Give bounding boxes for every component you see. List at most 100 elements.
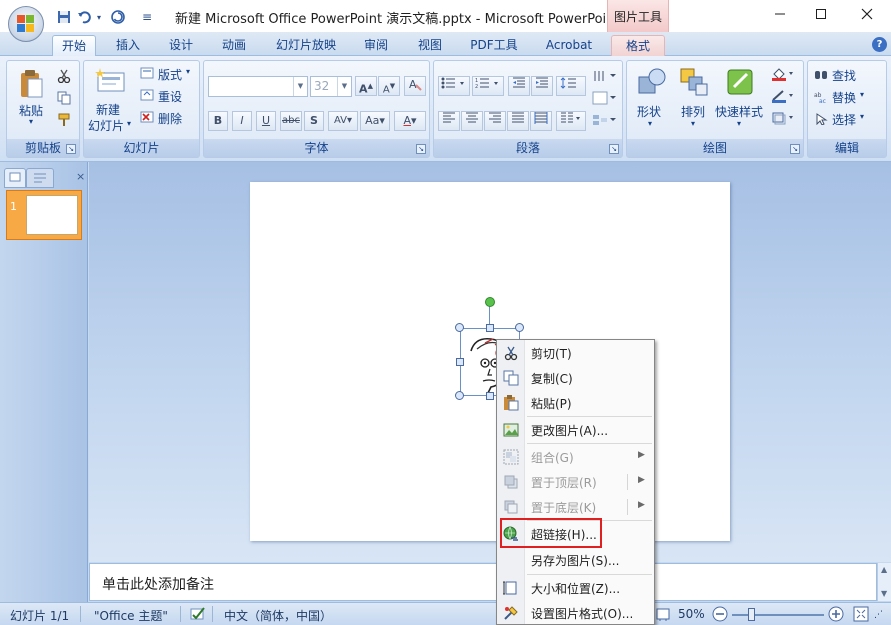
columns-icon[interactable] — [556, 111, 586, 131]
tab-review[interactable]: 审阅 — [354, 35, 398, 56]
tab-animations[interactable]: 动画 — [212, 35, 256, 56]
paste-dropdown-icon[interactable]: ▾ — [29, 117, 33, 126]
resize-handle-nw[interactable] — [455, 323, 464, 332]
replace-button[interactable]: 替换 — [832, 89, 856, 106]
tab-insert[interactable]: 插入 — [106, 35, 150, 56]
tab-pdf-tools[interactable]: PDF工具 — [462, 35, 526, 56]
select-icon[interactable] — [814, 113, 828, 126]
notes-pane[interactable]: 单击此处添加备注 — [89, 563, 877, 601]
help-icon[interactable]: ? — [872, 37, 887, 52]
menu-item-copy[interactable]: 复制(C) — [497, 366, 654, 390]
change-case-button[interactable]: Aa▾ — [360, 111, 390, 131]
scroll-up-icon[interactable]: ▲ — [881, 565, 887, 574]
shadow-button[interactable]: S — [304, 111, 324, 131]
new-slide-icon[interactable] — [94, 67, 126, 93]
arrange-button[interactable]: 排列 — [681, 103, 705, 120]
zoom-slider-track[interactable] — [732, 614, 824, 616]
menu-item-size-position[interactable]: 大小和位置(Z)... — [497, 576, 654, 600]
layout-button[interactable]: 版式 — [158, 66, 182, 83]
zoom-out-icon[interactable] — [712, 606, 728, 625]
tab-acrobat[interactable]: Acrobat — [537, 35, 601, 56]
language-status[interactable]: 中文（简体，中国） — [224, 607, 332, 624]
select-dropdown-icon[interactable]: ▾ — [860, 112, 864, 121]
spellcheck-icon[interactable] — [190, 606, 206, 625]
resize-grip-icon[interactable]: ⋰ — [874, 610, 883, 620]
quick-styles-button[interactable]: 快速样式 — [715, 103, 763, 120]
distribute-icon[interactable] — [530, 111, 552, 131]
reset-button[interactable]: 重设 — [158, 88, 182, 105]
layout-icon[interactable] — [140, 67, 154, 79]
slide-thumbnail-1[interactable] — [6, 190, 82, 240]
menu-item-bring-to-front[interactable]: 置于顶层(R) ▶ — [497, 470, 654, 494]
grow-font-button[interactable]: A▲ — [355, 76, 377, 96]
increase-indent-icon[interactable] — [531, 76, 553, 96]
justify-icon[interactable] — [507, 111, 529, 131]
font-name-dropdown-icon[interactable]: ▼ — [293, 77, 307, 96]
decrease-indent-icon[interactable] — [508, 76, 530, 96]
text-direction-icon[interactable] — [592, 69, 620, 83]
shape-outline-icon[interactable] — [771, 89, 797, 103]
redo-icon[interactable] — [110, 8, 126, 26]
scroll-down-icon[interactable]: ▼ — [881, 589, 887, 598]
shrink-font-button[interactable]: A▼ — [378, 76, 400, 96]
customize-qat-icon[interactable]: ≡ — [142, 8, 152, 26]
paragraph-launcher-icon[interactable]: ↘ — [609, 144, 619, 154]
replace-icon[interactable]: ab ac — [814, 91, 828, 105]
font-size-combo[interactable]: 32 ▼ — [310, 76, 352, 97]
select-button[interactable]: 选择 — [832, 111, 856, 128]
italic-button[interactable]: I — [232, 111, 252, 131]
zoom-level[interactable]: 50% — [678, 607, 705, 621]
bullets-icon[interactable] — [438, 76, 470, 96]
font-color-button[interactable]: A▾ — [394, 111, 426, 131]
minimize-icon[interactable] — [770, 6, 790, 26]
menu-item-group[interactable]: 组合(G) ▶ — [497, 445, 654, 469]
menu-item-paste[interactable]: 粘贴(P) — [497, 391, 654, 415]
tab-home[interactable]: 开始 — [52, 35, 96, 56]
delete-slide-button[interactable]: 删除 — [158, 110, 182, 127]
shape-fill-icon[interactable] — [771, 67, 797, 81]
quick-styles-icon[interactable] — [725, 67, 755, 97]
find-icon[interactable] — [814, 69, 828, 81]
drawing-launcher-icon[interactable]: ↘ — [790, 144, 800, 154]
align-left-icon[interactable] — [438, 111, 460, 131]
copy-icon[interactable] — [57, 91, 71, 105]
fit-to-window-icon[interactable] — [853, 606, 869, 625]
align-center-icon[interactable] — [461, 111, 483, 131]
char-spacing-button[interactable]: AV▾ — [328, 111, 358, 131]
bold-button[interactable]: B — [208, 111, 228, 131]
menu-item-format-picture[interactable]: 设置图片格式(O)... — [497, 601, 654, 625]
slide-sorter-icon[interactable] — [656, 607, 670, 624]
notes-scrollbar[interactable]: ▲ ▼ — [877, 563, 891, 601]
tab-format[interactable]: 格式 — [611, 35, 665, 56]
new-slide-label-1[interactable]: 新建 — [96, 101, 120, 118]
menu-item-save-as-picture[interactable]: 另存为图片(S)... — [497, 548, 654, 572]
strikethrough-button[interactable]: abc — [280, 111, 302, 131]
replace-dropdown-icon[interactable]: ▾ — [860, 90, 864, 99]
shapes-button[interactable]: 形状 — [637, 103, 661, 120]
shapes-icon[interactable] — [637, 67, 667, 97]
cut-icon[interactable] — [57, 69, 71, 84]
tab-outline-view[interactable] — [26, 168, 54, 188]
clear-format-icon[interactable]: A — [404, 76, 426, 96]
line-spacing-icon[interactable] — [556, 76, 586, 96]
font-launcher-icon[interactable]: ↘ — [416, 144, 426, 154]
maximize-icon[interactable] — [811, 6, 831, 26]
office-button[interactable] — [8, 6, 44, 42]
undo-dropdown-icon[interactable]: ▾ — [94, 8, 104, 26]
resize-handle-n[interactable] — [486, 324, 494, 332]
menu-item-send-to-back[interactable]: 置于底层(K) ▶ — [497, 495, 654, 519]
menu-item-cut[interactable]: 剪切(T) — [497, 341, 654, 365]
align-text-icon[interactable] — [592, 91, 620, 105]
numbering-icon[interactable]: 12 — [472, 76, 504, 96]
resize-handle-s[interactable] — [486, 392, 494, 400]
zoom-slider-thumb[interactable] — [748, 608, 755, 621]
arrange-icon[interactable] — [679, 67, 709, 97]
quick-styles-dropdown-icon[interactable]: ▾ — [737, 119, 741, 128]
theme-status[interactable]: "Office 主题" — [94, 607, 168, 624]
tab-view[interactable]: 视图 — [408, 35, 452, 56]
panel-close-icon[interactable]: × — [76, 170, 85, 183]
new-slide-label-2[interactable]: 幻灯片 — [88, 117, 124, 134]
undo-icon[interactable] — [76, 8, 92, 26]
resize-handle-sw[interactable] — [455, 391, 464, 400]
clipboard-launcher-icon[interactable]: ↘ — [66, 144, 76, 154]
